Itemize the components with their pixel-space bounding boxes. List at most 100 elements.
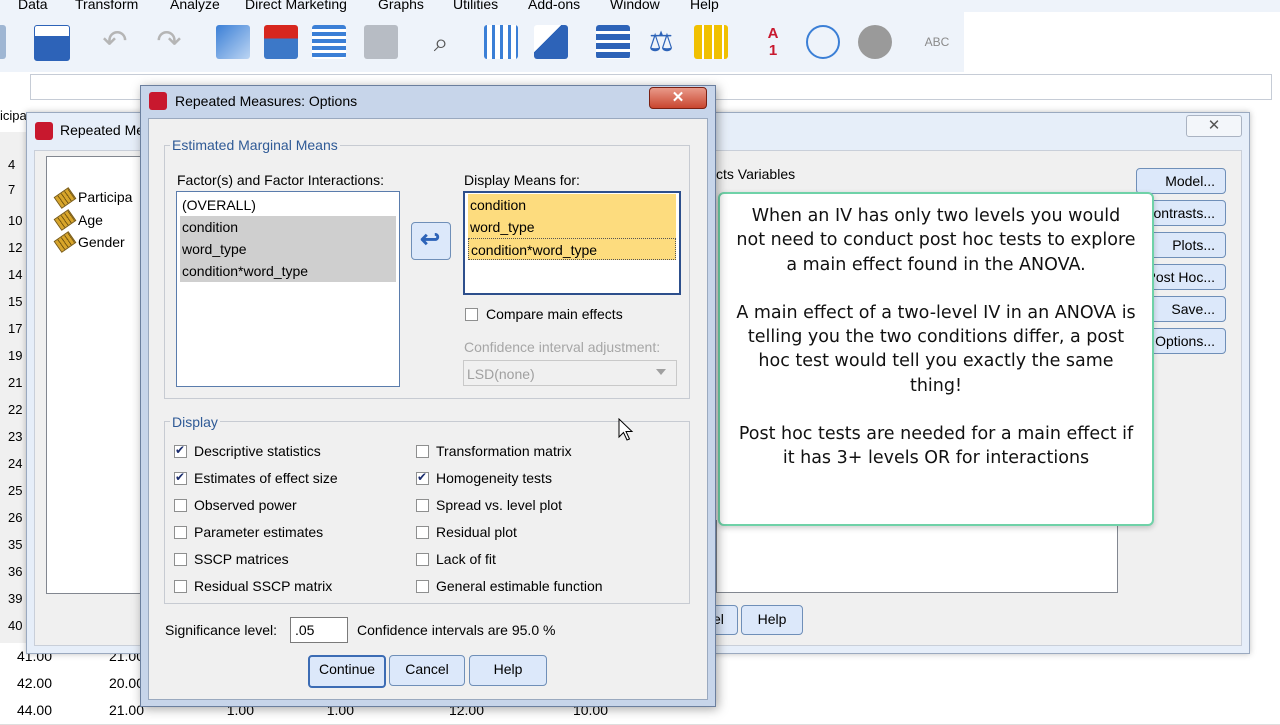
list-item[interactable]: condition*word_type — [180, 260, 396, 282]
menu-help[interactable]: Help — [690, 0, 719, 12]
row-number[interactable]: 40 — [8, 618, 22, 633]
sscp-matrices-label[interactable]: SSCP matrices — [194, 551, 289, 567]
menu-direct-marketing[interactable]: Direct Marketing — [245, 0, 347, 12]
list-item[interactable]: (OVERALL) — [180, 194, 396, 216]
menu-data[interactable]: Data — [18, 0, 48, 12]
close-button[interactable]: ✕ — [1186, 115, 1242, 137]
variables-icon[interactable] — [312, 25, 346, 59]
partial-icon[interactable] — [0, 25, 6, 59]
list-item[interactable]: condition*word_type — [468, 238, 676, 260]
residual-sscp-checkbox[interactable] — [174, 580, 187, 593]
spread-level-plot-label[interactable]: Spread vs. level plot — [436, 497, 562, 513]
within-subjects-list[interactable] — [716, 520, 1118, 593]
row-number[interactable]: 24 — [8, 456, 22, 471]
variable-gender[interactable]: Gender — [78, 234, 125, 250]
cell-id[interactable]: 42.00 — [10, 670, 52, 697]
weight-cases-icon[interactable] — [596, 25, 630, 59]
list-item[interactable]: word_type — [180, 238, 396, 260]
goto-variable-icon[interactable] — [264, 25, 298, 59]
row-number[interactable]: 35 — [8, 537, 22, 552]
row-number[interactable]: 25 — [8, 483, 22, 498]
chevron-down-icon — [656, 369, 666, 375]
row-number[interactable]: 12 — [8, 240, 22, 255]
menu-bar: Data Transform Analyze Direct Marketing … — [0, 0, 1280, 12]
menu-transform[interactable]: Transform — [75, 0, 138, 12]
goto-case-icon[interactable] — [216, 25, 250, 59]
parameter-estimates-label[interactable]: Parameter estimates — [194, 524, 323, 540]
sscp-matrices-checkbox[interactable] — [174, 553, 187, 566]
residual-plot-label[interactable]: Residual plot — [436, 524, 517, 540]
menu-utilities[interactable]: Utilities — [453, 0, 498, 12]
show-all-variables-icon[interactable] — [858, 25, 892, 59]
model-button[interactable]: Model... — [1136, 168, 1226, 194]
lack-of-fit-label[interactable]: Lack of fit — [436, 551, 496, 567]
row-number[interactable]: 26 — [8, 510, 22, 525]
transformation-matrix-label[interactable]: Transformation matrix — [436, 443, 572, 459]
use-sets-icon[interactable] — [806, 25, 840, 59]
compare-main-effects-checkbox[interactable] — [465, 308, 478, 321]
observed-power-label[interactable]: Observed power — [194, 497, 297, 513]
open-data-icon[interactable] — [34, 25, 70, 61]
significance-input[interactable]: .05 — [290, 617, 348, 643]
find-disabled-icon[interactable] — [364, 25, 398, 59]
row-number[interactable]: 22 — [8, 402, 22, 417]
row-number[interactable]: 17 — [8, 321, 22, 336]
grid-header-participant[interactable]: icipa — [0, 108, 27, 123]
cancel-button[interactable]: Cancel — [389, 655, 465, 686]
variable-age[interactable]: Age — [78, 212, 103, 228]
row-number[interactable]: 10 — [8, 213, 22, 228]
scales-icon[interactable]: ⚖ — [644, 25, 678, 59]
descriptive-statistics-label[interactable]: Descriptive statistics — [194, 443, 321, 459]
spell-check-icon[interactable]: ABC — [920, 25, 954, 59]
transformation-matrix-checkbox[interactable] — [416, 445, 429, 458]
help-button[interactable]: Help — [741, 605, 803, 635]
homogeneity-tests-checkbox[interactable] — [416, 470, 429, 485]
row-number[interactable]: 7 — [8, 182, 15, 197]
select-cases-icon[interactable] — [694, 25, 728, 59]
residual-sscp-label[interactable]: Residual SSCP matrix — [194, 578, 332, 594]
display-means-listbox[interactable]: condition word_type condition*word_type — [463, 191, 681, 295]
callout-paragraph: When an IV has only two levels you would… — [736, 206, 1136, 275]
row-number[interactable]: 36 — [8, 564, 22, 579]
split-file-icon[interactable] — [534, 25, 568, 59]
row-number[interactable]: 15 — [8, 294, 22, 309]
descriptive-statistics-checkbox[interactable] — [174, 443, 187, 458]
row-number[interactable]: 14 — [8, 267, 22, 282]
ci-adjustment-select[interactable]: LSD(none) — [463, 360, 677, 386]
value-labels-icon[interactable]: A1 — [756, 25, 790, 59]
undo-icon[interactable]: ↶ — [98, 25, 132, 59]
row-number[interactable]: 39 — [8, 591, 22, 606]
insert-cases-icon[interactable] — [484, 25, 518, 59]
menu-analyze[interactable]: Analyze — [170, 0, 220, 12]
list-item[interactable]: condition — [468, 194, 676, 216]
variable-participant[interactable]: Participa — [78, 189, 132, 205]
observed-power-checkbox[interactable] — [174, 499, 187, 512]
row-number[interactable]: 19 — [8, 348, 22, 363]
effect-size-label[interactable]: Estimates of effect size — [194, 470, 338, 486]
row-number[interactable]: 23 — [8, 429, 22, 444]
close-button[interactable]: ✕ — [649, 87, 707, 109]
factors-listbox[interactable]: (OVERALL) condition word_type condition*… — [176, 191, 400, 387]
cell-value[interactable]: 20.00 — [100, 670, 144, 697]
general-estimable-label[interactable]: General estimable function — [436, 578, 603, 594]
row-number[interactable]: 4 — [8, 157, 15, 172]
binoculars-icon[interactable]: ⌕ — [424, 25, 458, 59]
move-right-button[interactable]: ↩ — [411, 222, 451, 260]
general-estimable-checkbox[interactable] — [416, 580, 429, 593]
spread-level-plot-checkbox[interactable] — [416, 499, 429, 512]
parameter-estimates-checkbox[interactable] — [174, 526, 187, 539]
menu-window[interactable]: Window — [610, 0, 660, 12]
menu-addons[interactable]: Add-ons — [528, 0, 580, 12]
effect-size-checkbox[interactable] — [174, 470, 187, 485]
continue-button[interactable]: Continue — [308, 655, 386, 688]
row-number[interactable]: 21 — [8, 375, 22, 390]
lack-of-fit-checkbox[interactable] — [416, 553, 429, 566]
help-button[interactable]: Help — [469, 655, 547, 686]
list-item[interactable]: condition — [180, 216, 396, 238]
redo-icon[interactable]: ↷ — [152, 25, 186, 59]
residual-plot-checkbox[interactable] — [416, 526, 429, 539]
compare-main-effects-label[interactable]: Compare main effects — [486, 306, 623, 322]
menu-graphs[interactable]: Graphs — [378, 0, 424, 12]
homogeneity-tests-label[interactable]: Homogeneity tests — [436, 470, 552, 486]
list-item[interactable]: word_type — [468, 216, 676, 238]
